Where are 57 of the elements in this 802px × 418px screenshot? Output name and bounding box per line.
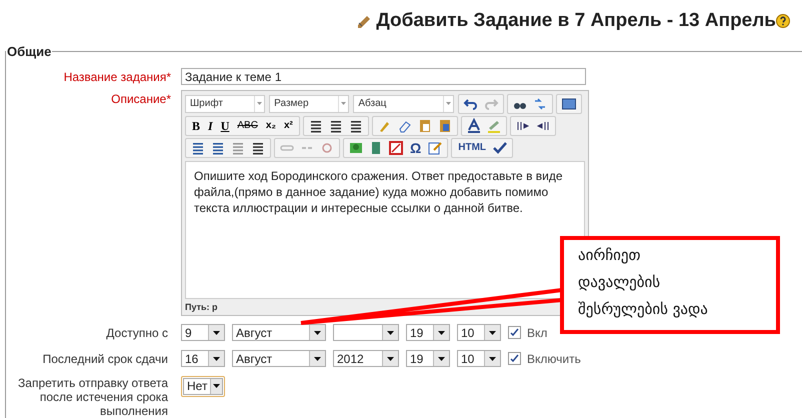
toolbar-button[interactable]: B [190,118,202,134]
checkmark-icon [510,328,519,337]
dropdown-arrow-icon [387,356,394,360]
toolbar-dropdown[interactable]: Абзац [353,94,454,112]
checkbox[interactable] [508,352,521,365]
edit-icon[interactable] [427,140,444,156]
field-label: Последний срок сдачи [42,350,169,368]
field-label: Название задания* [62,68,172,86]
callout-box: აირჩიეთ დავალების შესრულების ვადა [560,236,780,334]
hour-select[interactable]: 19 [406,324,450,341]
hour-select[interactable]: 19 [406,350,450,367]
dropdown-arrow-icon [489,356,496,360]
checkbox-label: Вкл [527,324,548,342]
dropdown-arrow-icon [314,356,321,360]
field-label: Доступно с [105,324,169,342]
toolbar-dropdown[interactable]: Шрифт [185,94,266,112]
description-text: Опишите ход Бородинского сражения. Ответ предоставьте в виде файла,(прямо в данное задание) куда можно добавить помимо текста иллюстрации и интересные ссылки о данной битве. [194,168,564,216]
spellcheck-icon[interactable] [492,140,508,156]
minute-select[interactable]: 10 [457,350,501,367]
checkmark-icon [510,354,519,363]
year-select[interactable]: 2012 [333,350,399,367]
dropdown-arrow-icon [438,330,445,334]
no-image-icon[interactable] [388,140,404,156]
minute-select[interactable]: 10 [457,324,501,341]
month-select[interactable]: Август [232,324,326,341]
fullscreen-icon[interactable] [561,96,577,112]
dropdown-arrow-icon [387,330,394,334]
toolbar-button[interactable]: x² [282,118,295,134]
checkbox[interactable] [508,326,521,339]
dropdown-arrow-icon [341,102,346,105]
checkbox-label: Включить [527,350,581,368]
replace-icon[interactable] [532,96,548,112]
title-input[interactable]: Задание к теме 1 [181,68,586,85]
month-select[interactable]: Август [232,350,326,367]
toolbar-button[interactable]: Ω [408,140,424,156]
dropdown-arrow-icon [213,356,220,360]
help-icon[interactable] [776,14,790,28]
toolbar-button[interactable]: ABC [235,118,260,134]
day-select[interactable]: 16 [181,350,225,367]
dropdown-arrow-icon [489,330,496,334]
dropdown-arrow-icon [314,330,321,334]
toolbar-button[interactable]: U [218,118,232,134]
field-label: Описание* [110,90,172,108]
section-legend: Общие [6,42,52,62]
restrict-select[interactable]: Нет [183,378,223,394]
toolbar-button[interactable]: x₂ [264,118,278,134]
dropdown-arrow-icon [213,330,220,334]
toolbar-dropdown[interactable]: Размер [269,94,350,112]
day-select[interactable]: 9 [181,324,225,341]
text-color-icon[interactable] [466,118,482,134]
field-label: Запретить отправку ответа после истечения срока выполнения [17,376,169,418]
dropdown-arrow-icon [213,384,220,388]
dropdown-arrow-icon [446,102,451,105]
dropdown-arrow-icon [438,356,445,360]
dropdown-arrow-icon [257,102,262,105]
toolbar-button[interactable]: I [206,118,215,134]
page-heading: Добавить Задание в 7 Апрель - 13 Апрель [376,8,776,33]
